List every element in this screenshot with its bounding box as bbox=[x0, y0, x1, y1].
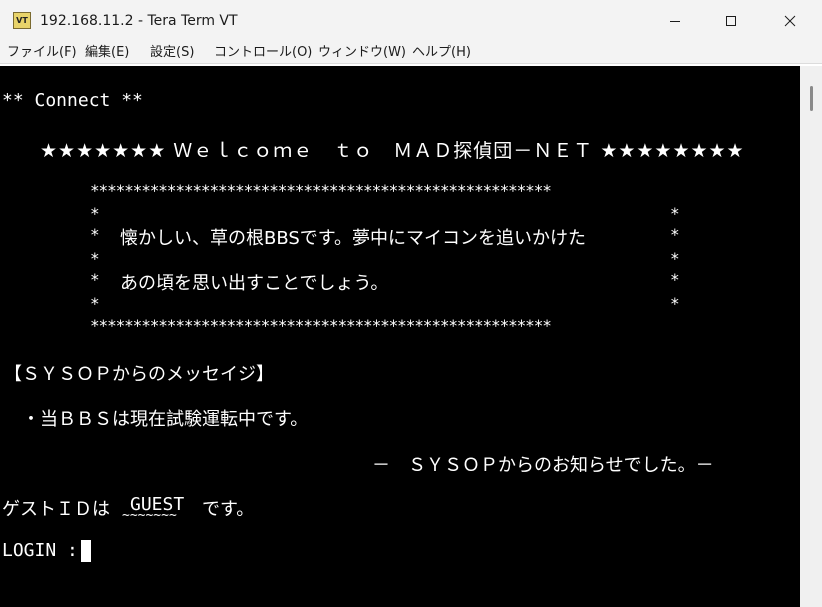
connect-line: ** Connect ** bbox=[2, 90, 143, 111]
banner-text-line2: あの頃を思い出すことでしょう。 bbox=[120, 273, 389, 294]
sysop-header: 【ＳＹＳＯＰからのメッセイジ】 bbox=[4, 364, 274, 385]
banner-border-bottom: ****************************************… bbox=[90, 316, 552, 335]
banner-edge-right: * bbox=[670, 294, 680, 313]
banner-edge-right: * bbox=[670, 204, 680, 223]
banner-edge-right: * bbox=[670, 249, 680, 268]
maximize-icon bbox=[726, 16, 736, 26]
menu-file[interactable]: ファイル(F) bbox=[7, 45, 77, 61]
minimize-icon bbox=[670, 21, 680, 22]
close-button[interactable] bbox=[767, 0, 813, 42]
banner-edge-right: * bbox=[670, 225, 680, 244]
menu-setup[interactable]: 設定(S) bbox=[150, 45, 194, 61]
welcome-banner: ★★★★★★★ Ｗｅｌｃｏｍｅ ｔｏ ＭＡＤ探偵団－ＮＥＴ ★★★★★★★★ bbox=[40, 140, 745, 162]
guest-suffix: です。 bbox=[202, 499, 255, 520]
menu-edit[interactable]: 編集(E) bbox=[85, 45, 129, 61]
menu-window[interactable]: ウィンドウ(W) bbox=[318, 45, 406, 61]
banner-edge-left: * bbox=[90, 294, 100, 313]
banner-border-top: ****************************************… bbox=[90, 181, 552, 200]
terminal-screen[interactable]: ** Connect ** ★★★★★★★ Ｗｅｌｃｏｍｅ ｔｏ ＭＡＤ探偵団－… bbox=[0, 66, 800, 607]
banner-edge-right: * bbox=[670, 270, 680, 289]
sysop-footer: － ＳＹＳＯＰからのお知らせでした。－ bbox=[372, 455, 714, 476]
login-prompt: LOGIN : bbox=[2, 540, 89, 561]
banner-text-line1: 懐かしい、草の根BBSです。夢中にマイコンを追いかけた bbox=[120, 228, 587, 249]
minimize-button[interactable] bbox=[652, 0, 698, 42]
vertical-scrollbar[interactable] bbox=[800, 66, 822, 607]
menu-bar: ファイル(F) 編集(E) 設定(S) コントロール(O) ウィンドウ(W) ヘ… bbox=[0, 42, 822, 64]
tera-term-vt-icon[interactable]: VT bbox=[13, 12, 31, 29]
banner-edge-left: * bbox=[90, 249, 100, 268]
maximize-button[interactable] bbox=[708, 0, 754, 42]
text-cursor bbox=[81, 540, 91, 562]
guest-prefix: ゲストＩＤは bbox=[2, 499, 110, 520]
banner-edge-left: * bbox=[90, 204, 100, 223]
sysop-message: ・当ＢＢＳは現在試験運転中です。 bbox=[22, 409, 309, 430]
banner-edge-left: * bbox=[90, 225, 100, 244]
close-icon bbox=[784, 15, 796, 27]
banner-edge-left: * bbox=[90, 270, 100, 289]
guest-id-underline: ~~~~~~~ bbox=[122, 508, 177, 523]
scrollbar-thumb[interactable] bbox=[810, 86, 813, 111]
menu-control[interactable]: コントロール(O) bbox=[214, 45, 312, 61]
title-bar[interactable]: VT 192.168.11.2 - Tera Term VT bbox=[0, 0, 822, 42]
window-title: 192.168.11.2 - Tera Term VT bbox=[40, 13, 238, 29]
menu-help[interactable]: ヘルプ(H) bbox=[412, 45, 471, 61]
